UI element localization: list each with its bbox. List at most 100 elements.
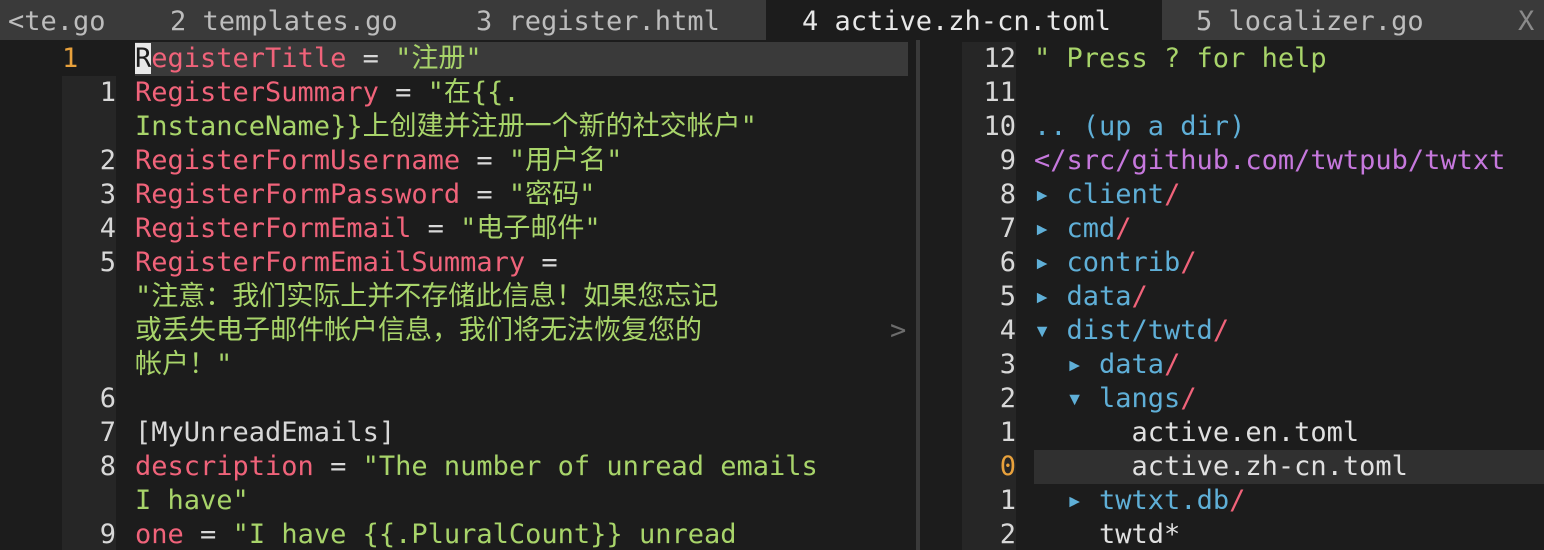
toml-string: "电子邮件" xyxy=(460,213,601,244)
tab-templates-go[interactable]: 2 templates.go xyxy=(170,0,430,40)
tab-te-go[interactable]: <te.go xyxy=(8,0,140,40)
tree-entry[interactable]: ▾ dist/twtd/ xyxy=(1034,314,1229,348)
tree-entry[interactable]: ▸ twtxt.db/ xyxy=(1034,484,1246,518)
toml-key: RegisterSummary xyxy=(135,77,379,108)
code-line[interactable]: 2 RegisterFormUsername = "用户名" xyxy=(0,144,916,178)
code-line[interactable]: 6 xyxy=(0,382,916,416)
tree-line-number: 0 xyxy=(962,450,1016,484)
folder-name[interactable]: cmd xyxy=(1067,213,1116,244)
file-name[interactable]: twtd* xyxy=(1099,519,1180,550)
line-number xyxy=(62,484,116,518)
code-line[interactable]: 1 RegisterSummary = "在{{. xyxy=(0,76,916,110)
tab-localizer-go[interactable]: 5 localizer.go xyxy=(1196,0,1466,40)
file-name[interactable]: active.zh-cn.toml xyxy=(1132,451,1408,482)
close-tabs-button[interactable]: X xyxy=(1518,0,1534,40)
tree-entry[interactable]: " Press ? for help xyxy=(1034,42,1327,76)
tree-row[interactable]: 9 </src/github.com/twtpub/twtxt xyxy=(962,144,1544,178)
toml-string: 帐户！" xyxy=(135,349,233,380)
toml-string: "用户名" xyxy=(508,145,623,176)
tree-row[interactable]: 2 twtd* xyxy=(962,518,1544,550)
up-dir-link[interactable]: .. (up a dir) xyxy=(1034,111,1245,142)
folder-name[interactable]: data xyxy=(1067,281,1132,312)
folder-toggle-icon[interactable]: ▸ xyxy=(1034,179,1067,210)
code-line[interactable]: 8 description = "The number of unread ema… xyxy=(0,450,916,484)
folder-name[interactable]: twtxt.db xyxy=(1099,485,1229,516)
tree-line-number: 8 xyxy=(962,178,1016,212)
tree-line-number: 4 xyxy=(962,314,1016,348)
tree-row[interactable]: 0 active.zh-cn.toml xyxy=(962,450,1544,484)
code-text: RegisterTitle = "注册" xyxy=(135,42,908,76)
text-cursor: R xyxy=(135,43,152,74)
code-line[interactable]: 或丢失电子邮件帐户信息，我们将无法恢复您的 > xyxy=(0,314,916,348)
tree-row[interactable]: 7 ▸ cmd/ xyxy=(962,212,1544,246)
folder-toggle-icon[interactable]: ▸ xyxy=(1067,485,1100,516)
code-line[interactable]: 5 RegisterFormEmailSummary = xyxy=(0,246,916,280)
code-line[interactable]: 1 RegisterTitle = "注册" xyxy=(0,42,916,76)
folder-name[interactable]: dist/twtd xyxy=(1067,315,1213,346)
tree-entry[interactable]: ▸ contrib/ xyxy=(1034,246,1197,280)
folder-slash: / xyxy=(1115,213,1132,244)
line-number: 3 xyxy=(62,178,116,212)
toml-key: RegisterFormEmail xyxy=(135,213,412,244)
tree-row[interactable]: 1 ▸ twtxt.db/ xyxy=(962,484,1544,518)
folder-slash: / xyxy=(1131,281,1148,312)
tree-row[interactable]: 3 ▸ data/ xyxy=(962,348,1544,382)
tree-entry[interactable]: active.en.toml xyxy=(1034,416,1360,450)
tree-row[interactable]: 4 ▾ dist/twtd/ xyxy=(962,314,1544,348)
file-tree-pane[interactable]: 12 " Press ? for help 11 10.. (up a dir) 9 </… xyxy=(962,40,1544,550)
tree-entry[interactable]: ▸ data/ xyxy=(1034,348,1181,382)
folder-toggle-icon[interactable]: ▾ xyxy=(1067,383,1100,414)
folder-toggle-icon[interactable]: ▾ xyxy=(1034,315,1067,346)
folder-toggle-icon[interactable]: ▸ xyxy=(1034,247,1067,278)
tree-entry[interactable]: ▾ langs/ xyxy=(1034,382,1197,416)
code-line[interactable]: 4 RegisterFormEmail = "电子邮件" xyxy=(0,212,916,246)
code-line[interactable]: InstanceName}}上创建并注册一个新的社交帐户" xyxy=(0,110,916,144)
folder-toggle-icon[interactable]: ▸ xyxy=(1034,281,1067,312)
tree-entry[interactable]: twtd* xyxy=(1034,518,1180,550)
tree-row[interactable]: 11 xyxy=(962,76,1544,110)
tree-row[interactable]: 5 ▸ data/ xyxy=(962,280,1544,314)
tab-register-html[interactable]: 3 register.html xyxy=(476,0,746,40)
tree-row[interactable]: 1 active.en.toml xyxy=(962,416,1544,450)
code-text: one = "I have {{.PluralCount}} unread xyxy=(135,518,736,550)
code-text: "注意：我们实际上并不存储此信息！如果您忘记 xyxy=(135,280,718,314)
tree-row[interactable]: 2 ▾ langs/ xyxy=(962,382,1544,416)
code-text: RegisterFormPassword = "密码" xyxy=(135,178,595,212)
vertical-split[interactable] xyxy=(916,40,920,550)
code-line[interactable]: "注意：我们实际上并不存储此信息！如果您忘记 xyxy=(0,280,916,314)
folder-name[interactable]: contrib xyxy=(1067,247,1181,278)
tree-entry[interactable]: ▸ cmd/ xyxy=(1034,212,1132,246)
toml-equals: = xyxy=(411,213,461,244)
tree-row[interactable]: 8 ▸ client/ xyxy=(962,178,1544,212)
toml-key: RegisterFormUsername xyxy=(135,145,461,176)
folder-name[interactable]: data xyxy=(1099,349,1164,380)
tree-row[interactable]: 10 .. (up a dir) xyxy=(962,110,1544,144)
folder-name[interactable]: client xyxy=(1067,179,1165,210)
file-name[interactable]: active.en.toml xyxy=(1132,417,1360,448)
tab-active-zh-cn-toml[interactable]: 4 active.zh-cn.toml xyxy=(766,0,1162,40)
tree-row[interactable]: 12 " Press ? for help xyxy=(962,42,1544,76)
tree-row[interactable]: 6 ▸ contrib/ xyxy=(962,246,1544,280)
code-line[interactable]: I have" xyxy=(0,484,916,518)
line-number: 4 xyxy=(62,212,116,246)
tree-entry[interactable]: active.zh-cn.toml xyxy=(1034,450,1544,484)
tree-entry[interactable]: </src/github.com/twtpub/twtxt xyxy=(1034,144,1505,178)
folder-toggle-icon[interactable]: ▸ xyxy=(1067,349,1100,380)
code-text: RegisterFormEmailSummary = xyxy=(135,246,574,280)
folder-toggle-icon[interactable]: ▸ xyxy=(1034,213,1067,244)
tree-entry[interactable]: ▸ client/ xyxy=(1034,178,1180,212)
toml-key: RegisterFormEmailSummary xyxy=(135,247,526,278)
line-number: 1 xyxy=(62,43,79,74)
toml-key: RegisterFormPassword xyxy=(135,179,461,210)
code-line[interactable]: 7 [MyUnreadEmails] xyxy=(0,416,916,450)
tree-entry[interactable]: ▸ data/ xyxy=(1034,280,1148,314)
tree-entry[interactable]: .. (up a dir) xyxy=(1034,110,1245,144)
code-line[interactable]: 3 RegisterFormPassword = "密码" xyxy=(0,178,916,212)
code-line[interactable]: 9 one = "I have {{.PluralCount}} unread xyxy=(0,518,916,550)
folder-name[interactable]: langs xyxy=(1099,383,1180,414)
editor-pane[interactable]: 1 RegisterTitle = "注册" 1 RegisterSummary = … xyxy=(0,40,916,550)
code-line[interactable]: 帐户！" xyxy=(0,348,916,382)
